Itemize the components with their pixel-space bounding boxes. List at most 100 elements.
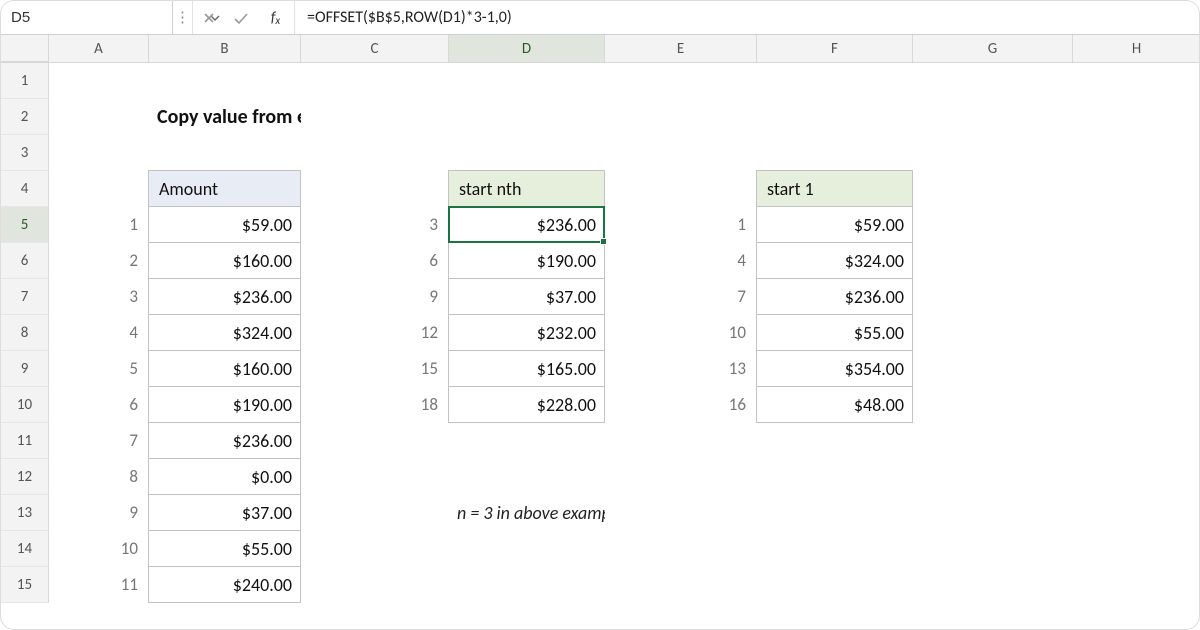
cell-D11[interactable]: [449, 423, 605, 459]
cell-B1[interactable]: [149, 63, 301, 99]
column-header-F[interactable]: F: [757, 35, 913, 62]
start-1-value[interactable]: $354.00: [756, 350, 913, 387]
cell-E4[interactable]: [605, 171, 757, 207]
cell-A4[interactable]: [49, 171, 149, 207]
cell-G2[interactable]: [913, 99, 1073, 135]
cell-C2[interactable]: [301, 99, 449, 135]
cell-C1[interactable]: [301, 63, 449, 99]
row-header-12[interactable]: 12: [1, 459, 49, 495]
start-nth-value[interactable]: $228.00: [448, 386, 605, 423]
row-header-10[interactable]: 10: [1, 387, 49, 423]
cell-A3[interactable]: [49, 135, 149, 171]
cell-H9[interactable]: [1073, 351, 1200, 387]
cell-G11[interactable]: [913, 423, 1073, 459]
cell-G7[interactable]: [913, 279, 1073, 315]
amount-value[interactable]: $37.00: [148, 494, 301, 531]
amount-value[interactable]: $0.00: [148, 458, 301, 495]
cell-H7[interactable]: [1073, 279, 1200, 315]
cell-D12[interactable]: [449, 459, 605, 495]
cell-G6[interactable]: [913, 243, 1073, 279]
start-1-value[interactable]: $48.00: [756, 386, 913, 423]
cell-F13[interactable]: [757, 495, 913, 531]
cell-G14[interactable]: [913, 531, 1073, 567]
cell-H5[interactable]: [1073, 207, 1200, 243]
cancel-icon[interactable]: [193, 1, 225, 34]
formula-input[interactable]: =OFFSET($B$5,ROW(D1)*3-1,0): [295, 1, 1199, 34]
cell-G9[interactable]: [913, 351, 1073, 387]
column-header-G[interactable]: G: [913, 35, 1073, 62]
cell-A1[interactable]: [49, 63, 149, 99]
row-header-14[interactable]: 14: [1, 531, 49, 567]
cell-D1[interactable]: [449, 63, 605, 99]
row-header-15[interactable]: 15: [1, 567, 49, 603]
cell-E11[interactable]: [605, 423, 757, 459]
cell-G13[interactable]: [913, 495, 1073, 531]
row-header-5[interactable]: 5: [1, 207, 49, 243]
cell-C12[interactable]: [301, 459, 449, 495]
amount-value[interactable]: $240.00: [148, 566, 301, 603]
amount-value[interactable]: $59.00: [148, 206, 301, 243]
row-header-4[interactable]: 4: [1, 171, 49, 207]
column-header-D[interactable]: D: [449, 35, 605, 62]
cell-E15[interactable]: [605, 567, 757, 603]
amount-value[interactable]: $160.00: [148, 350, 301, 387]
cell-D2[interactable]: [449, 99, 605, 135]
cell-H8[interactable]: [1073, 315, 1200, 351]
row-header-3[interactable]: 3: [1, 135, 49, 171]
start-nth-value[interactable]: $165.00: [448, 350, 605, 387]
cell-F12[interactable]: [757, 459, 913, 495]
amount-value[interactable]: $236.00: [148, 422, 301, 459]
cell-C15[interactable]: [301, 567, 449, 603]
cell-H2[interactable]: [1073, 99, 1200, 135]
cell-G1[interactable]: [913, 63, 1073, 99]
cell-A2[interactable]: [49, 99, 149, 135]
cell-H11[interactable]: [1073, 423, 1200, 459]
cell-D3[interactable]: [449, 135, 605, 171]
start-nth-value[interactable]: $37.00: [448, 278, 605, 315]
cell-H12[interactable]: [1073, 459, 1200, 495]
start-nth-value[interactable]: $190.00: [448, 242, 605, 279]
cell-F11[interactable]: [757, 423, 913, 459]
column-header-H[interactable]: H: [1073, 35, 1200, 62]
cell-C14[interactable]: [301, 531, 449, 567]
start-1-value[interactable]: $324.00: [756, 242, 913, 279]
row-header-2[interactable]: 2: [1, 99, 49, 135]
cell-C13[interactable]: [301, 495, 449, 531]
cell-E12[interactable]: [605, 459, 757, 495]
cell-G8[interactable]: [913, 315, 1073, 351]
start-1-value[interactable]: $59.00: [756, 206, 913, 243]
enter-icon[interactable]: [225, 1, 257, 34]
start-nth-value[interactable]: $232.00: [448, 314, 605, 351]
cell-G4[interactable]: [913, 171, 1073, 207]
select-all-corner[interactable]: [1, 35, 49, 62]
cell-D14[interactable]: [449, 531, 605, 567]
cell-H3[interactable]: [1073, 135, 1200, 171]
row-header-1[interactable]: 1: [1, 63, 49, 99]
cell-D15[interactable]: [449, 567, 605, 603]
amount-value[interactable]: $324.00: [148, 314, 301, 351]
row-header-11[interactable]: 11: [1, 423, 49, 459]
cell-H1[interactable]: [1073, 63, 1200, 99]
start-1-value[interactable]: $55.00: [756, 314, 913, 351]
cell-G3[interactable]: [913, 135, 1073, 171]
cell-F15[interactable]: [757, 567, 913, 603]
row-header-8[interactable]: 8: [1, 315, 49, 351]
column-header-B[interactable]: B: [149, 35, 301, 62]
cell-G12[interactable]: [913, 459, 1073, 495]
cell-H4[interactable]: [1073, 171, 1200, 207]
cell-H13[interactable]: [1073, 495, 1200, 531]
cell-H10[interactable]: [1073, 387, 1200, 423]
cell-F3[interactable]: [757, 135, 913, 171]
cell-H14[interactable]: [1073, 531, 1200, 567]
cell-E13[interactable]: [605, 495, 757, 531]
row-header-13[interactable]: 13: [1, 495, 49, 531]
cell-F1[interactable]: [757, 63, 913, 99]
cell-C4[interactable]: [301, 171, 449, 207]
cell-E2[interactable]: [605, 99, 757, 135]
name-box[interactable]: [1, 1, 173, 34]
column-header-E[interactable]: E: [605, 35, 757, 62]
cell-G10[interactable]: [913, 387, 1073, 423]
cell-E3[interactable]: [605, 135, 757, 171]
cell-H6[interactable]: [1073, 243, 1200, 279]
amount-value[interactable]: $236.00: [148, 278, 301, 315]
